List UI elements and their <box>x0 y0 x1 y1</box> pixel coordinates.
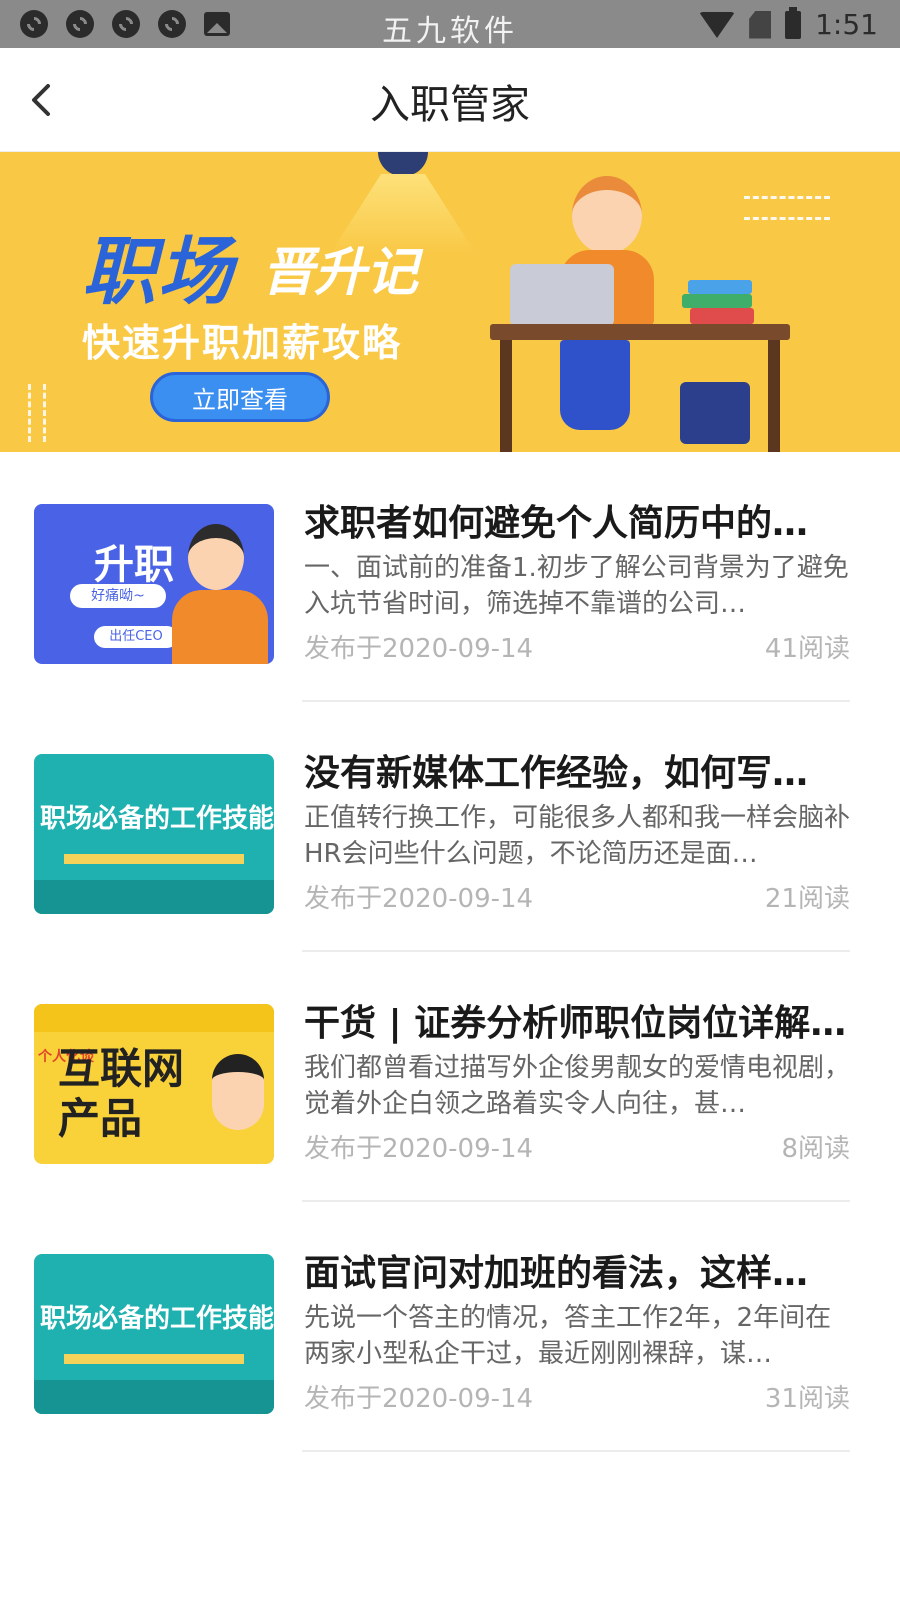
status-time: 1:51 <box>815 8 878 41</box>
article-thumbnail: 职场必备的工作技能 <box>34 1254 274 1414</box>
thumbnail-caption: 升职 <box>94 542 174 588</box>
wifi-icon <box>699 11 736 38</box>
thumbnail-caption: 职场必备的工作技能 <box>40 804 274 834</box>
article-thumbnail: 个人化谈 互联网 产品 <box>34 1004 274 1164</box>
article-date: 发布于2020-09-14 <box>304 1134 534 1164</box>
status-indicators: 1:51 <box>699 6 878 41</box>
article-date: 发布于2020-09-14 <box>304 884 534 914</box>
man-shirt-illustration <box>172 590 268 664</box>
view-now-button[interactable]: 立即查看 <box>150 372 330 422</box>
article-item[interactable]: 职场必备的工作技能 没有新媒体工作经验，如何写… 正值转行换工作，可能很多人都和… <box>0 702 900 952</box>
thumbnail-caption: 职场必备的工作技能 <box>40 1304 274 1334</box>
thumbnail-tag: 好痛呦~ <box>70 584 166 608</box>
article-summary: 先说一个答主的情况，答主工作2年，2年间在两家小型私企干过，最近刚刚裸辞，谋… <box>304 1303 832 1369</box>
zigzag-decoration <box>28 384 46 442</box>
book-illustration <box>690 308 754 324</box>
article-summary: 我们都曾看过描写外企俊男靓女的爱情电视剧，觉着外企白领之路着实令人向往，甚… <box>304 1053 850 1119</box>
no-sim-icon <box>749 10 772 39</box>
article-summary: 正值转行换工作，可能很多人都和我一样会脑补HR会问些什么问题，不论简历还是面… <box>304 803 850 869</box>
lamp-illustration <box>378 152 428 176</box>
desk-illustration <box>490 324 790 340</box>
article-title: 干货 | 证券分析师职位岗位详解… <box>304 1003 847 1044</box>
floor-illustration <box>34 1380 274 1414</box>
article-date: 发布于2020-09-14 <box>304 634 534 664</box>
article-date: 发布于2020-09-14 <box>304 1384 534 1414</box>
article-summary: 一、面试前的准备1.初步了解公司背景为了避免入坑节省时间，筛选掉不靠谱的公司… <box>304 553 849 619</box>
article-read-count: 8阅读 <box>781 1134 850 1164</box>
article-title: 面试官问对加班的看法，这样… <box>304 1253 809 1294</box>
article-title: 求职者如何避免个人简历中的… <box>304 503 809 544</box>
thumbnail-stripe <box>34 1004 274 1032</box>
man-face-illustration <box>212 1054 264 1130</box>
desk-leg <box>768 340 780 452</box>
woman-illustration <box>572 176 642 254</box>
divider <box>302 1450 850 1452</box>
thumbnail-tag: 出任CEO <box>94 626 178 648</box>
article-item[interactable]: 升职 好痛呦~ 出任CEO 求职者如何避免个人简历中的… 一、面试前的准备1.初… <box>0 452 900 702</box>
banner-title-script: 晋升记 <box>262 243 419 303</box>
book-illustration <box>682 294 752 308</box>
article-thumbnail: 职场必备的工作技能 <box>34 754 274 914</box>
man-face-illustration <box>188 524 244 590</box>
article-read-count: 41阅读 <box>764 634 850 664</box>
table-illustration <box>64 854 244 864</box>
floor-illustration <box>34 880 274 914</box>
nav-bar: 入职管家 <box>0 48 900 152</box>
article-title: 没有新媒体工作经验，如何写… <box>304 753 809 794</box>
promo-banner[interactable]: 职场 晋升记 快速升职加薪攻略 立即查看 <box>0 152 900 452</box>
woman-legs-illustration <box>560 340 630 430</box>
desk-leg <box>500 340 512 452</box>
article-read-count: 21阅读 <box>764 884 850 914</box>
article-item[interactable]: 职场必备的工作技能 面试官问对加班的看法，这样… 先说一个答主的情况，答主工作2… <box>0 1202 900 1452</box>
book-illustration <box>688 280 752 294</box>
article-read-count: 31阅读 <box>764 1384 850 1414</box>
table-illustration <box>64 1354 244 1364</box>
status-bar: 五九软件 1:51 <box>0 0 900 49</box>
article-thumbnail: 升职 好痛呦~ 出任CEO <box>34 504 274 664</box>
battery-icon <box>785 6 802 39</box>
wave-decoration <box>744 196 830 220</box>
article-item[interactable]: 个人化谈 互联网 产品 干货 | 证券分析师职位岗位详解… 我们都曾看过描写外企… <box>0 952 900 1202</box>
briefcase-illustration <box>680 382 750 444</box>
laptop-illustration <box>510 264 614 326</box>
article-list: 升职 好痛呦~ 出任CEO 求职者如何避免个人简历中的… 一、面试前的准备1.初… <box>0 452 900 1452</box>
banner-title-main: 职场 <box>82 229 234 315</box>
page-title: 入职管家 <box>370 82 530 128</box>
banner-subtitle: 快速升职加薪攻略 <box>82 321 403 365</box>
